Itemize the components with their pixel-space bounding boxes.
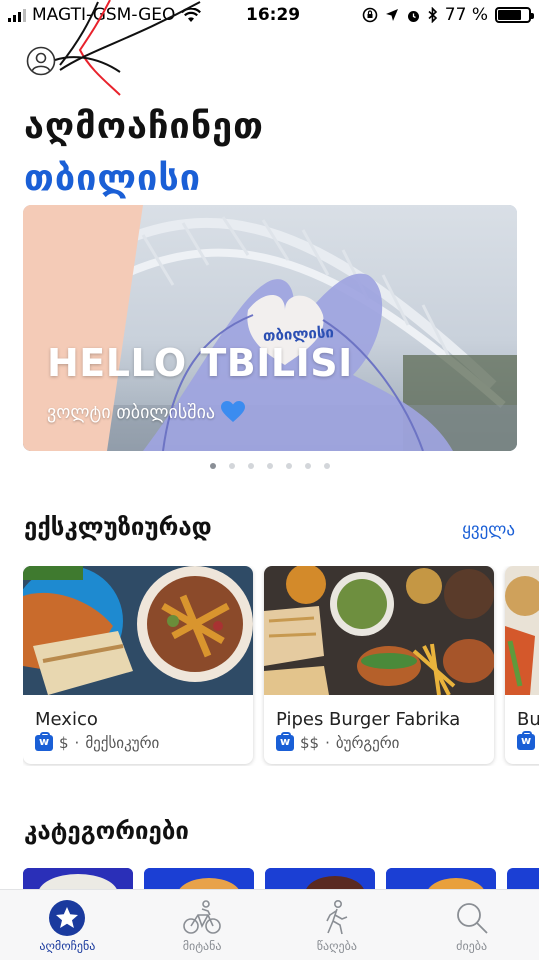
category-tile[interactable] <box>23 868 133 890</box>
pagination-dot[interactable] <box>209 463 216 469</box>
page-title: აღმოაჩინეთ <box>24 106 264 147</box>
restaurant-meta: $$ · ბურგერი <box>276 732 400 752</box>
blue-heart-icon <box>221 401 246 422</box>
wolt-bag-icon <box>276 732 294 751</box>
pagination-dot[interactable] <box>323 463 330 469</box>
restaurant-name: Pipes Burger Fabrika <box>276 709 461 730</box>
star-icon <box>47 899 87 937</box>
pagination-dot[interactable] <box>304 463 311 469</box>
tab-label: მიტანა <box>182 939 222 953</box>
banner-pagination[interactable] <box>0 463 539 469</box>
carrier-group: MAGTI-GSM-GEO <box>8 5 202 25</box>
alarm-icon <box>407 10 419 22</box>
tab-takeaway[interactable]: წაღება <box>270 890 405 960</box>
tab-label: აღმოჩენა <box>39 939 96 953</box>
battery-icon <box>495 7 534 23</box>
categories-carousel[interactable] <box>23 868 539 890</box>
pagination-dot[interactable] <box>247 463 254 469</box>
wolt-bag-icon <box>517 731 535 750</box>
banner-subline-text: ვოლტი თბილისშია <box>47 401 216 423</box>
category-photo <box>23 868 133 890</box>
pagination-dot[interactable] <box>266 463 273 469</box>
tab-label: წაღება <box>316 939 357 953</box>
clock: 16:29 <box>246 5 301 25</box>
city-selector[interactable]: თბილისი <box>24 158 201 199</box>
pagination-dot[interactable] <box>228 463 235 469</box>
pagination-dot[interactable] <box>285 463 292 469</box>
category-tile[interactable] <box>144 868 254 890</box>
wolt-bag-icon <box>35 732 53 751</box>
carrier-name: MAGTI-GSM-GEO <box>32 5 176 25</box>
battery-percent: 77 % <box>444 5 488 25</box>
meta-separator: · <box>74 734 80 752</box>
restaurant-photo <box>264 566 494 696</box>
restaurant-meta <box>517 731 535 750</box>
wifi-icon <box>181 7 202 22</box>
exclusive-section-title: ექსკლუზიურად <box>24 513 212 541</box>
exclusive-carousel[interactable]: Mexico $ · მექსიკური Pipes Burger Fabrik… <box>23 566 539 766</box>
price-level: $$ <box>300 734 320 752</box>
tab-discovery[interactable]: აღმოჩენა <box>0 890 135 960</box>
promo-banner[interactable]: თბილისი HELLO TBILISI ვოლტი თბილისშია <box>23 205 517 451</box>
profile-icon[interactable] <box>26 46 56 76</box>
restaurant-name: Mexico <box>35 709 98 730</box>
location-icon <box>385 9 398 21</box>
rotation-lock-icon <box>362 7 378 23</box>
signal-icon <box>8 8 26 22</box>
bluetooth-icon <box>428 7 437 23</box>
categories-section-title: კატეგორიები <box>24 817 189 845</box>
restaurant-card[interactable]: Pipes Burger Fabrika $$ · ბურგერი <box>264 566 494 764</box>
restaurant-photo <box>23 566 253 695</box>
category-tile[interactable] <box>265 868 375 890</box>
category-photo <box>144 868 254 890</box>
walking-icon <box>317 899 357 937</box>
category-photo <box>386 868 496 890</box>
status-right: 77 % <box>362 5 534 25</box>
bike-icon <box>182 899 222 937</box>
tab-label: ძიება <box>456 939 488 953</box>
bottom-tab-bar: აღმოჩენა მიტანა წაღება ძიება <box>0 889 539 960</box>
search-icon <box>452 899 492 937</box>
category-tile[interactable] <box>386 868 496 890</box>
cuisine-label: მექსიკური <box>85 734 160 752</box>
tab-delivery[interactable]: მიტანა <box>135 890 270 960</box>
category-tile[interactable] <box>507 868 539 890</box>
meta-separator: · <box>325 734 330 752</box>
tab-search[interactable]: ძიება <box>404 890 539 960</box>
status-bar: MAGTI-GSM-GEO 16:29 77 % <box>0 0 539 32</box>
restaurant-card[interactable]: Bu <box>505 566 539 764</box>
restaurant-card[interactable]: Mexico $ · მექსიკური <box>23 566 253 764</box>
banner-headline: HELLO TBILISI <box>47 341 353 385</box>
cuisine-label: ბურგერი <box>335 734 400 752</box>
price-level: $ <box>59 734 69 752</box>
banner-subline: ვოლტი თბილისშია <box>47 401 246 423</box>
category-photo <box>265 868 375 890</box>
see-all-link[interactable]: ყველა <box>462 520 515 540</box>
restaurant-name: Bu <box>517 709 539 730</box>
restaurant-meta: $ · მექსიკური <box>35 732 160 752</box>
restaurant-photo <box>505 566 539 695</box>
